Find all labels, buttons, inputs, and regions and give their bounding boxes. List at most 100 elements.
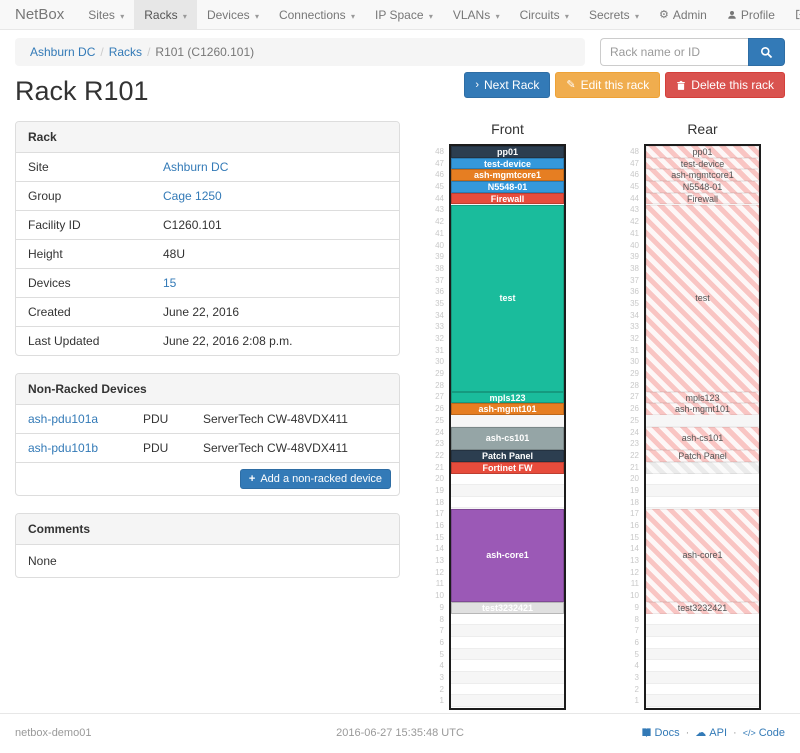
search-input[interactable] [600,38,748,66]
footer-link-docs[interactable]: Docs [641,727,680,739]
nav-item-racks[interactable]: Racks ▾ [134,0,197,29]
unit-number: 27 [623,391,644,403]
empty-unit [451,660,564,672]
rack-device[interactable]: N5548-01 [646,181,759,193]
chevron-down-icon: ▾ [635,12,639,21]
unit-number: 7 [428,625,449,637]
breadcrumb-item[interactable]: Ashburn DC [30,45,95,59]
unit-number: 16 [428,520,449,532]
rack-device[interactable]: test [646,205,759,392]
rack-device[interactable]: ash-core1 [646,509,759,603]
rack-device[interactable]: Fortinet FW [451,462,564,474]
unit-number: 6 [623,637,644,649]
empty-unit [646,614,759,626]
unit-number: 8 [623,614,644,626]
delete-rack-button[interactable]: Delete this rack [665,72,785,98]
rack-device[interactable]: mpls123 [451,392,564,404]
empty-unit [646,415,759,427]
front-unit-numbers: 4847464544434241403938373635343332313029… [428,144,449,710]
rack-device[interactable]: Patch Panel [646,450,759,462]
pencil-icon: ✎ [566,80,575,91]
rack-device[interactable]: ash-cs101 [646,427,759,450]
unit-number: 39 [428,251,449,263]
unit-number: 14 [428,543,449,555]
device-link[interactable]: ash-pdu101b [28,441,98,455]
rear-elevation: Rear 48474645444342414039383736353433323… [623,121,761,713]
nav-item-secrets[interactable]: Secrets ▾ [579,0,649,29]
rack-device[interactable]: test-device [451,158,564,170]
rack-search [600,38,785,66]
unit-number: 12 [623,567,644,579]
rack-device[interactable]: Firewall [646,193,759,205]
empty-unit [451,497,564,509]
rack-device[interactable]: ash-core1 [451,509,564,603]
breadcrumb-item: R101 (C1260.101) [155,45,254,59]
chevron-right-icon: › [475,80,479,91]
next-rack-button[interactable]: › Next Rack [464,72,550,98]
empty-unit [646,660,759,672]
breadcrumb-separator: / [147,45,150,59]
rack-device[interactable]: ash-mgmt101 [451,403,564,415]
nav-item-ip-space[interactable]: IP Space ▾ [365,0,443,29]
rack-device[interactable] [646,462,759,474]
nav-item-sites[interactable]: Sites ▾ [78,0,134,29]
breadcrumb-item[interactable]: Racks [109,45,142,59]
footer-separator: · [686,727,690,739]
search-button[interactable] [748,38,785,66]
attr-value: 15 [151,269,188,297]
add-nonracked-device-button[interactable]: + Add a non-racked device [240,469,391,489]
nav-item-circuits[interactable]: Circuits ▾ [510,0,579,29]
edit-rack-button[interactable]: ✎ Edit this rack [555,72,660,98]
attr-value-link[interactable]: 15 [163,276,176,290]
user-icon [727,10,737,20]
attr-value-link[interactable]: Ashburn DC [163,160,228,174]
nav-item-connections[interactable]: Connections ▾ [269,0,365,29]
rack-device[interactable]: pp01 [451,146,564,158]
device-model: ServerTech CW-48VDX411 [191,434,399,462]
rack-device[interactable]: test3232421 [451,602,564,614]
rack-device[interactable]: Firewall [451,193,564,205]
nav-item-log-out[interactable]: Log out [785,0,800,29]
rack-device[interactable]: ash-cs101 [451,427,564,450]
rack-device[interactable]: N5548-01 [451,181,564,193]
rack-device[interactable]: pp01 [646,146,759,158]
device-model: ServerTech CW-48VDX411 [191,405,399,433]
nav-item-devices[interactable]: Devices ▾ [197,0,269,29]
empty-unit [646,497,759,509]
unit-number: 43 [623,204,644,216]
unit-number: 17 [428,508,449,520]
unit-number: 21 [623,462,644,474]
unit-number: 39 [623,251,644,263]
footer-link-api[interactable]: ☁API [695,726,727,739]
unit-number: 26 [623,403,644,415]
unit-number: 23 [428,438,449,450]
empty-unit [646,473,759,485]
unit-number: 2 [623,684,644,696]
empty-unit [646,672,759,684]
rack-device[interactable]: ash-mgmt101 [646,403,759,415]
device-link[interactable]: ash-pdu101a [28,412,98,426]
unit-number: 38 [623,263,644,275]
attr-value-link[interactable]: Cage 1250 [163,189,222,203]
unit-number: 32 [623,333,644,345]
rack-device[interactable]: Patch Panel [451,450,564,462]
unit-number: 33 [623,321,644,333]
rack-device[interactable]: ash-mgmtcore1 [646,169,759,181]
footer-link-code[interactable]: </>Code [743,727,785,739]
rack-device[interactable]: test-device [646,158,759,170]
chevron-down-icon: ▾ [255,12,259,21]
rack-device[interactable]: test3232421 [646,602,759,614]
nav-item-admin[interactable]: ⚙Admin [649,0,717,29]
rack-device[interactable]: ash-mgmtcore1 [451,169,564,181]
empty-unit [451,625,564,637]
nav-item-vlans[interactable]: VLANs ▾ [443,0,510,29]
book-icon [641,727,652,738]
rack-device[interactable]: mpls123 [646,392,759,404]
unit-number: 48 [428,146,449,158]
nav-item-profile[interactable]: Profile [717,0,785,29]
rack-device[interactable]: test [451,205,564,392]
empty-unit [451,649,564,661]
unit-number: 1 [428,695,449,707]
netbox-brand[interactable]: NetBox [0,0,78,29]
unit-number: 29 [428,368,449,380]
